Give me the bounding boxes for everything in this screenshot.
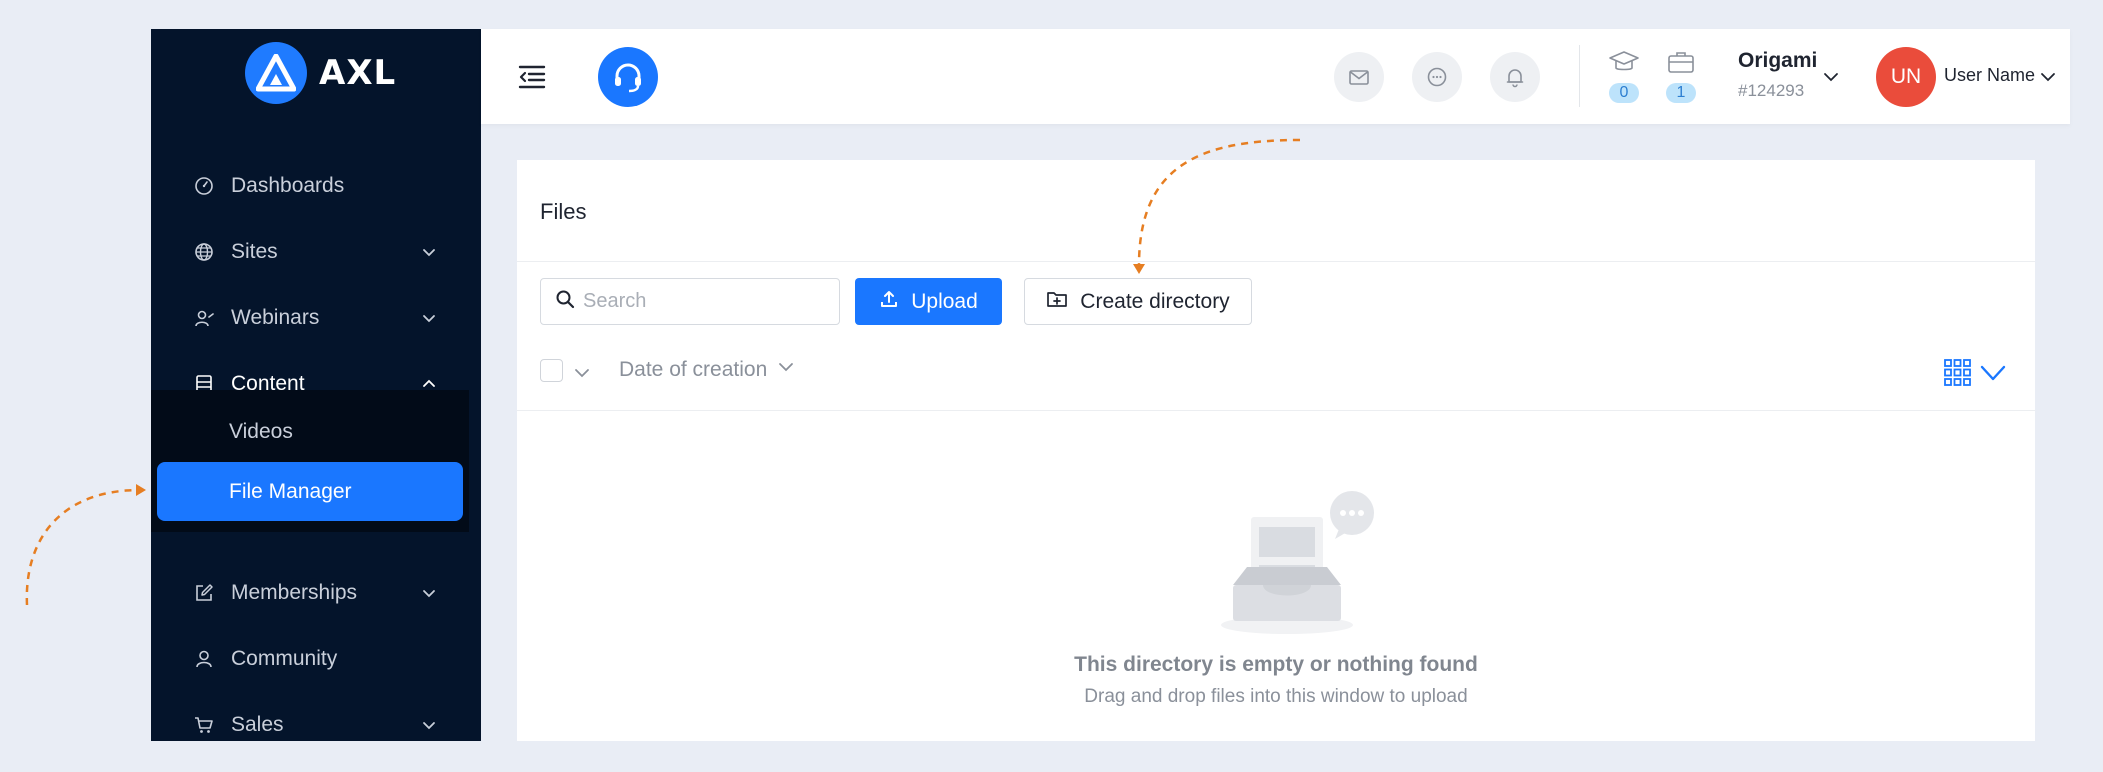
search-box[interactable]: [540, 278, 840, 325]
logo-icon: [245, 42, 307, 104]
sidebar-item-label: File Manager: [229, 479, 352, 503]
chevron-down-icon[interactable]: [2038, 67, 2058, 87]
files-panel: Files Upload Create directory Date of cr…: [517, 160, 2035, 741]
headset-icon: [615, 63, 641, 93]
sidebar-item-label: Dashboards: [231, 174, 345, 197]
courses-count-badge: 0: [1609, 83, 1639, 103]
user-icon: [193, 648, 215, 670]
gauge-icon: [193, 175, 215, 197]
folder-plus-icon: [1046, 289, 1068, 315]
sidebar: AXL Dashboards Sites Webinars Content Vi…: [151, 29, 481, 741]
chevron-down-icon[interactable]: [573, 364, 591, 382]
account-id: #124293: [1738, 81, 1805, 100]
upload-button[interactable]: Upload: [855, 278, 1002, 325]
account-name: Origami: [1738, 49, 1818, 72]
chevron-down-icon[interactable]: [1979, 359, 2007, 387]
sort-dropdown[interactable]: Date of creation: [619, 358, 795, 382]
sidebar-item-label: Sales: [231, 713, 284, 736]
chevron-down-icon: [420, 716, 438, 734]
brand-logo[interactable]: AXL: [245, 42, 396, 104]
chevron-down-icon: [420, 309, 438, 327]
chevron-down-icon: [420, 243, 438, 261]
divider: [517, 261, 2035, 262]
cart-icon: [193, 714, 215, 736]
search-input[interactable]: [583, 290, 833, 313]
content-submenu: Videos File Manager: [151, 390, 469, 532]
chat-button[interactable]: [1412, 52, 1462, 102]
grid-view-icon[interactable]: [1944, 359, 1971, 386]
sidebar-item-label: Sites: [231, 240, 278, 263]
sidebar-item-file-manager[interactable]: File Manager: [157, 462, 463, 521]
sidebar-item-label: Videos: [229, 420, 293, 443]
empty-inbox-icon: [1219, 485, 1379, 635]
divider: [517, 410, 2035, 411]
bell-icon: [1506, 69, 1524, 88]
user-name[interactable]: User Name: [1944, 65, 2035, 86]
upload-icon: [879, 289, 899, 315]
chat-icon: [1427, 67, 1447, 87]
page-title: Files: [540, 199, 587, 224]
empty-state-title: This directory is empty or nothing found: [1074, 653, 1478, 676]
briefcase-icon: [1664, 47, 1698, 77]
sidebar-item-memberships[interactable]: Memberships: [151, 565, 481, 621]
top-header: 0 1 Origami #124293 UN User Name: [481, 29, 2070, 124]
mail-button[interactable]: [1334, 52, 1384, 102]
menu-collapse-icon[interactable]: [517, 62, 547, 92]
courses-counter[interactable]: 0: [1604, 47, 1644, 107]
sidebar-item-webinars[interactable]: Webinars: [151, 290, 481, 346]
chevron-down-icon: [420, 584, 438, 602]
select-all-checkbox[interactable]: [540, 359, 563, 382]
account-switcher[interactable]: Origami #124293: [1738, 49, 1817, 101]
sidebar-item-sites[interactable]: Sites: [151, 224, 481, 280]
notifications-button[interactable]: [1490, 52, 1540, 102]
sidebar-item-videos[interactable]: Videos: [151, 404, 481, 460]
upload-label: Upload: [911, 289, 978, 313]
sort-label: Date of creation: [619, 358, 768, 381]
sidebar-item-label: Community: [231, 647, 338, 670]
header-divider: [1579, 45, 1580, 107]
chevron-down-icon[interactable]: [1821, 67, 1841, 87]
mail-icon: [1349, 70, 1369, 85]
sidebar-item-sales[interactable]: Sales: [151, 697, 481, 753]
graduation-cap-icon: [1607, 47, 1641, 77]
products-counter[interactable]: 1: [1661, 47, 1701, 107]
sidebar-item-community[interactable]: Community: [151, 631, 481, 687]
sidebar-item-dashboards[interactable]: Dashboards: [151, 158, 481, 214]
sidebar-item-label: Webinars: [231, 306, 320, 329]
create-directory-label: Create directory: [1080, 289, 1230, 313]
search-icon: [555, 289, 575, 314]
chevron-down-icon: [777, 358, 795, 382]
webinar-icon: [193, 307, 215, 329]
globe-icon: [193, 241, 215, 263]
create-directory-button[interactable]: Create directory: [1024, 278, 1252, 325]
sidebar-item-label: Memberships: [231, 581, 358, 604]
brand-name: AXL: [319, 53, 397, 93]
products-count-badge: 1: [1666, 83, 1696, 103]
edit-icon: [193, 582, 215, 604]
avatar[interactable]: UN: [1876, 47, 1936, 107]
support-headset-button[interactable]: [598, 47, 658, 107]
app-window: AXL Dashboards Sites Webinars Content Vi…: [151, 29, 2070, 741]
empty-state-subtitle: Drag and drop files into this window to …: [1084, 686, 1468, 707]
